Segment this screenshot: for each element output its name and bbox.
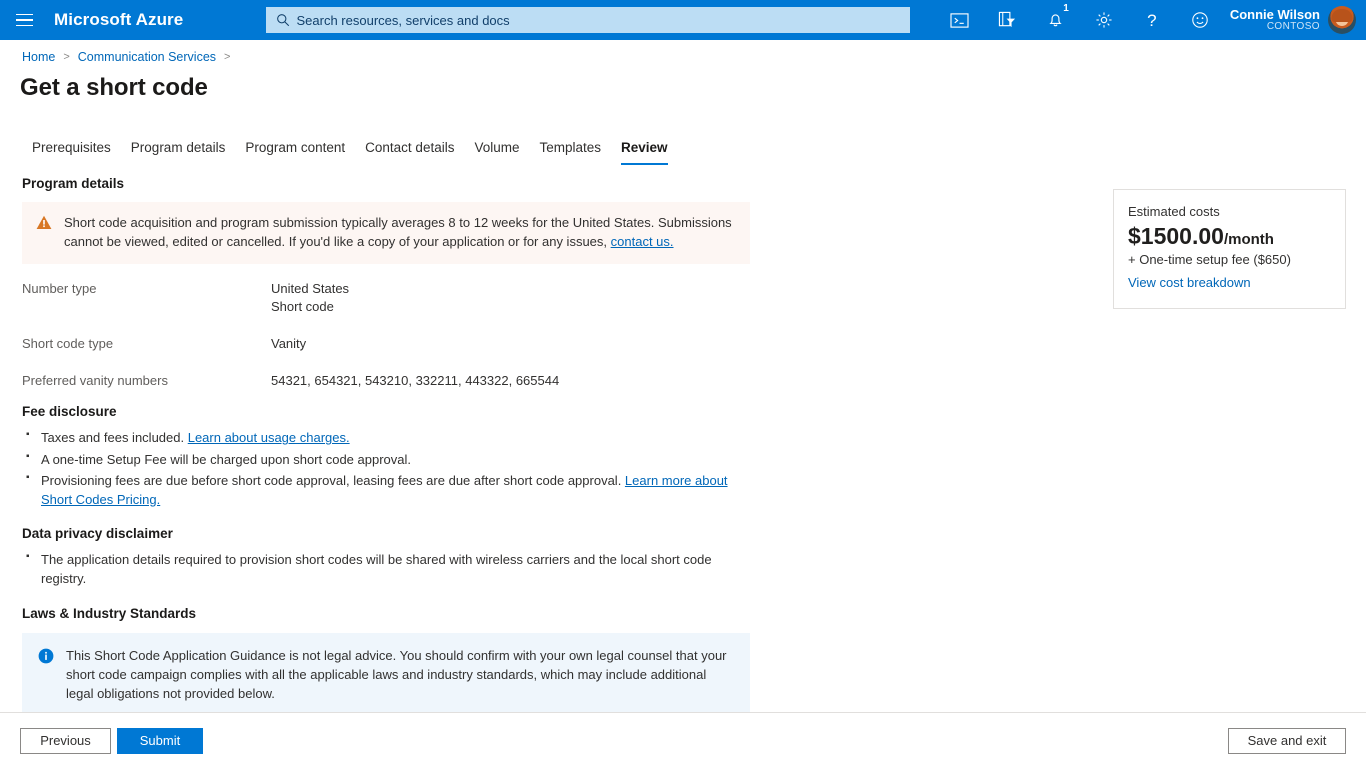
search-icon — [274, 12, 292, 28]
help-question-icon[interactable]: ? — [1128, 0, 1176, 40]
global-search-box[interactable] — [266, 7, 910, 33]
submit-button[interactable]: Submit — [117, 728, 203, 754]
breadcrumb-item-communication-services[interactable]: Communication Services — [78, 50, 216, 64]
field-value-short-code-type: Vanity — [271, 335, 306, 353]
estimated-cost-amount: $1500.00/month — [1128, 223, 1329, 250]
breadcrumb-item-home[interactable]: Home — [22, 50, 55, 64]
contact-us-link[interactable]: contact us. — [611, 234, 674, 249]
fee-bullet-1-text: Taxes and fees included. — [41, 430, 188, 445]
tab-program-content[interactable]: Program content — [235, 138, 355, 165]
account-menu[interactable]: Connie Wilson CONTOSO — [1224, 0, 1366, 40]
list-item: Provisioning fees are due before short c… — [22, 472, 750, 509]
list-item: A one-time Setup Fee will be charged upo… — [22, 451, 750, 469]
field-value-number-type: United States Short code — [271, 280, 349, 316]
page-title: Get a short code — [20, 74, 208, 102]
previous-button[interactable]: Previous — [20, 728, 111, 754]
estimated-costs-label: Estimated costs — [1128, 204, 1329, 219]
breadcrumb-separator-icon: > — [63, 51, 69, 63]
field-row-short-code-type: Short code type Vanity — [22, 335, 1366, 353]
warning-triangle-icon — [36, 214, 54, 252]
account-name: Connie Wilson — [1230, 8, 1320, 22]
field-value-preferred-vanity-numbers: 54321, 654321, 543210, 332211, 443322, 6… — [271, 372, 559, 390]
save-and-exit-button[interactable]: Save and exit — [1228, 728, 1346, 754]
fee-disclosure-list: Taxes and fees included. Learn about usa… — [22, 429, 750, 509]
settings-gear-icon[interactable] — [1080, 0, 1128, 40]
breadcrumb: Home > Communication Services > — [22, 50, 238, 64]
section-heading-data-privacy-disclaimer: Data privacy disclaimer — [22, 526, 1366, 541]
notification-count-badge: 1 — [1063, 4, 1069, 14]
wizard-tabs: Prerequisites Program details Program co… — [22, 138, 678, 165]
tab-contact-details[interactable]: Contact details — [355, 138, 464, 165]
field-label-number-type: Number type — [22, 280, 271, 316]
learn-about-usage-charges-link[interactable]: Learn about usage charges. — [188, 430, 350, 445]
fee-bullet-2-text: A one-time Setup Fee will be charged upo… — [41, 452, 411, 467]
search-input[interactable] — [292, 12, 903, 29]
tab-prerequisites[interactable]: Prerequisites — [22, 138, 121, 165]
data-privacy-list: The application details required to prov… — [22, 551, 750, 588]
privacy-bullet-1-text: The application details required to prov… — [41, 552, 712, 585]
tab-volume[interactable]: Volume — [464, 138, 529, 165]
azure-top-bar: Microsoft Azure 1 ? Connie Wilson — [0, 0, 1366, 40]
feedback-smiley-icon[interactable] — [1176, 0, 1224, 40]
info-banner-text: This Short Code Application Guidance is … — [66, 647, 734, 704]
cost-amount-period: /month — [1224, 231, 1274, 248]
one-time-setup-fee-text: + One-time setup fee ($650) — [1128, 252, 1329, 267]
notifications-bell-icon[interactable]: 1 — [1032, 0, 1080, 40]
cost-amount-value: $1500.00 — [1128, 223, 1224, 249]
field-label-short-code-type: Short code type — [22, 335, 271, 353]
view-cost-breakdown-link[interactable]: View cost breakdown — [1128, 275, 1251, 290]
breadcrumb-separator-icon-2: > — [224, 51, 230, 63]
estimated-costs-card: Estimated costs $1500.00/month + One-tim… — [1113, 189, 1346, 309]
warning-banner: Short code acquisition and program submi… — [22, 202, 750, 264]
tab-templates[interactable]: Templates — [530, 138, 612, 165]
hamburger-icon[interactable] — [0, 0, 48, 40]
cloud-shell-icon[interactable] — [936, 0, 984, 40]
wizard-footer: Previous Submit Save and exit — [0, 712, 1366, 768]
top-bar-icon-group: 1 ? Connie Wilson CONTOSO — [936, 0, 1366, 40]
section-heading-laws-industry-standards: Laws & Industry Standards — [22, 606, 1366, 621]
section-heading-fee-disclosure: Fee disclosure — [22, 404, 1366, 419]
list-item: The application details required to prov… — [22, 551, 750, 588]
info-circle-icon — [38, 647, 56, 704]
tab-program-details[interactable]: Program details — [121, 138, 236, 165]
list-item: Taxes and fees included. Learn about usa… — [22, 429, 750, 447]
avatar[interactable] — [1328, 6, 1356, 34]
field-row-preferred-vanity-numbers: Preferred vanity numbers 54321, 654321, … — [22, 372, 1366, 390]
tab-review[interactable]: Review — [611, 138, 678, 165]
azure-brand-label[interactable]: Microsoft Azure — [54, 10, 183, 30]
fee-bullet-3-text: Provisioning fees are due before short c… — [41, 473, 625, 488]
directories-and-subscriptions-icon[interactable] — [984, 0, 1032, 40]
account-org: CONTOSO — [1230, 22, 1320, 33]
field-label-preferred-vanity-numbers: Preferred vanity numbers — [22, 372, 271, 390]
warning-banner-text: Short code acquisition and program submi… — [64, 214, 736, 252]
info-banner: This Short Code Application Guidance is … — [22, 633, 750, 718]
